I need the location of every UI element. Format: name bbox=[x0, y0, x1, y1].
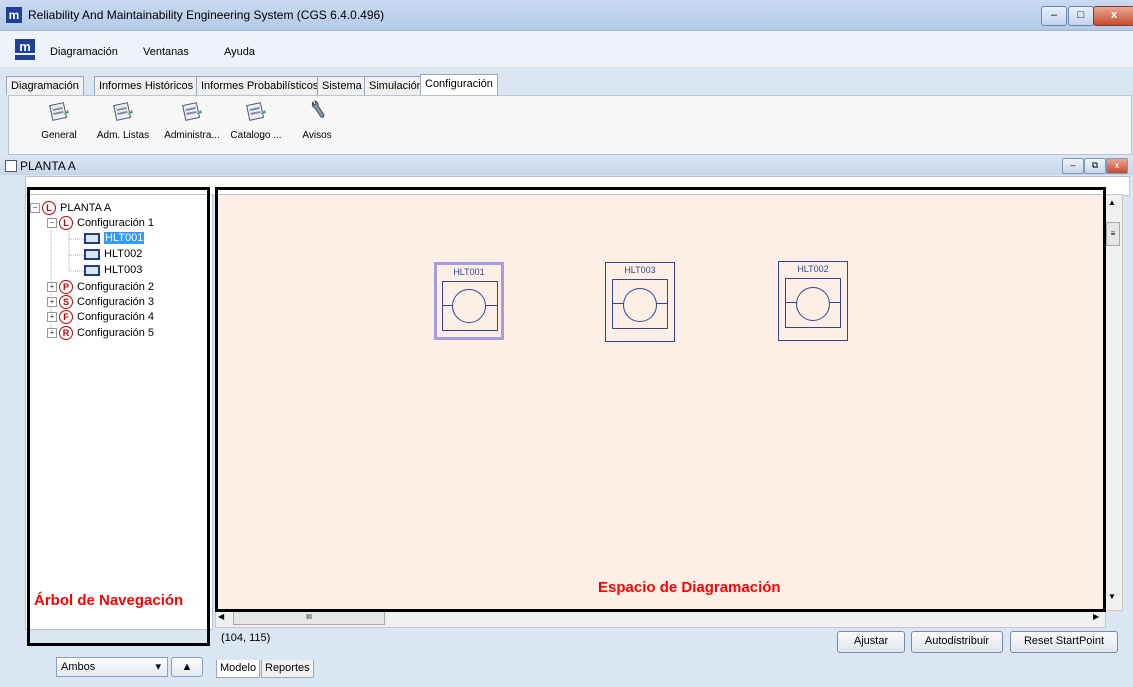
toolbar-adm-listas-button[interactable]: Adm. Listas bbox=[90, 100, 156, 141]
menu-diagramacion[interactable]: Diagramación bbox=[50, 46, 118, 58]
inner-close-button[interactable]: x bbox=[1106, 158, 1128, 174]
scroll-up-icon[interactable]: ▲ bbox=[1108, 198, 1116, 207]
autodistribuir-button[interactable]: Autodistribuir bbox=[911, 631, 1003, 653]
horizontal-scroll-thumb[interactable]: III bbox=[233, 611, 385, 625]
scroll-right-icon[interactable]: ▶ bbox=[1093, 612, 1099, 621]
calendar-icon bbox=[112, 100, 134, 122]
arrow-up-icon: ▲ bbox=[181, 661, 193, 673]
calendar-icon bbox=[245, 100, 267, 122]
menu-ayuda[interactable]: Ayuda bbox=[224, 46, 255, 58]
minimize-button[interactable]: – bbox=[1041, 6, 1067, 26]
menu-ventanas[interactable]: Ventanas bbox=[143, 46, 189, 58]
tab-reportes[interactable]: Reportes bbox=[261, 660, 314, 678]
toolbar-avisos-button[interactable]: Avisos bbox=[296, 100, 338, 141]
tab-configuracion[interactable]: Configuración bbox=[420, 74, 498, 96]
scroll-left-icon[interactable]: ◀ bbox=[218, 612, 224, 621]
calendar-icon bbox=[181, 100, 203, 122]
maximize-button[interactable]: □ bbox=[1068, 6, 1094, 26]
vertical-scrollbar[interactable] bbox=[1104, 194, 1123, 611]
tab-informes-historicos[interactable]: Informes Históricos bbox=[94, 76, 199, 95]
tab-modelo[interactable]: Modelo bbox=[216, 660, 261, 678]
tree-annotation-label: Árbol de Navegación bbox=[34, 592, 184, 609]
diagram-annotation-label: Espacio de Diagramación bbox=[598, 579, 781, 596]
dropdown-value: Ambos bbox=[61, 661, 96, 673]
cursor-coordinates: (104, 115) bbox=[221, 632, 271, 644]
inner-minimize-button[interactable]: – bbox=[1062, 158, 1084, 174]
vertical-scroll-thumb[interactable]: ≡ bbox=[1106, 222, 1120, 246]
toolbar-avisos-label: Avisos bbox=[302, 130, 332, 141]
inner-restore-button[interactable]: ⧉ bbox=[1084, 158, 1106, 174]
toolbar-catalogo-button[interactable]: Catalogo ... bbox=[228, 100, 284, 141]
filter-dropdown[interactable]: Ambos ▾ bbox=[56, 657, 168, 677]
scroll-down-icon[interactable]: ▼ bbox=[1108, 592, 1116, 601]
tree-annotation-box bbox=[27, 187, 210, 646]
wrench-icon bbox=[306, 100, 328, 122]
inner-window-title: PLANTA A bbox=[20, 159, 76, 173]
chevron-down-icon: ▾ bbox=[155, 661, 161, 673]
document-icon bbox=[5, 160, 17, 172]
svg-text:m: m bbox=[19, 39, 31, 54]
tab-diagramacion[interactable]: Diagramación bbox=[6, 76, 84, 95]
reset-startpoint-button[interactable]: Reset StartPoint bbox=[1010, 631, 1118, 653]
inner-window-title-bar bbox=[0, 156, 1133, 175]
collapse-up-button[interactable]: ▲ bbox=[171, 657, 203, 677]
close-button[interactable]: x bbox=[1093, 6, 1133, 26]
tab-simulacion[interactable]: Simulación bbox=[364, 76, 428, 95]
toolbar-catalogo-label: Catalogo ... bbox=[230, 130, 282, 141]
ares-logo-icon: m bbox=[14, 38, 36, 62]
window-title: Reliability And Maintainability Engineer… bbox=[28, 8, 385, 22]
tab-informes-probabilisticos[interactable]: Informes Probabilísticos bbox=[196, 76, 324, 95]
toolbar-administra-button[interactable]: Administra... bbox=[158, 100, 226, 141]
calendar-icon bbox=[48, 100, 70, 122]
toolbar-general-button[interactable]: General bbox=[34, 100, 84, 141]
ajustar-button[interactable]: Ajustar bbox=[837, 631, 905, 653]
tab-sistema[interactable]: Sistema bbox=[317, 76, 367, 95]
toolbar-administra-label: Administra... bbox=[164, 130, 220, 141]
toolbar-adm-listas-label: Adm. Listas bbox=[96, 130, 150, 141]
app-logo-icon: m bbox=[6, 7, 22, 23]
diagram-annotation-box bbox=[215, 187, 1106, 612]
toolbar-general-label: General bbox=[41, 130, 77, 141]
